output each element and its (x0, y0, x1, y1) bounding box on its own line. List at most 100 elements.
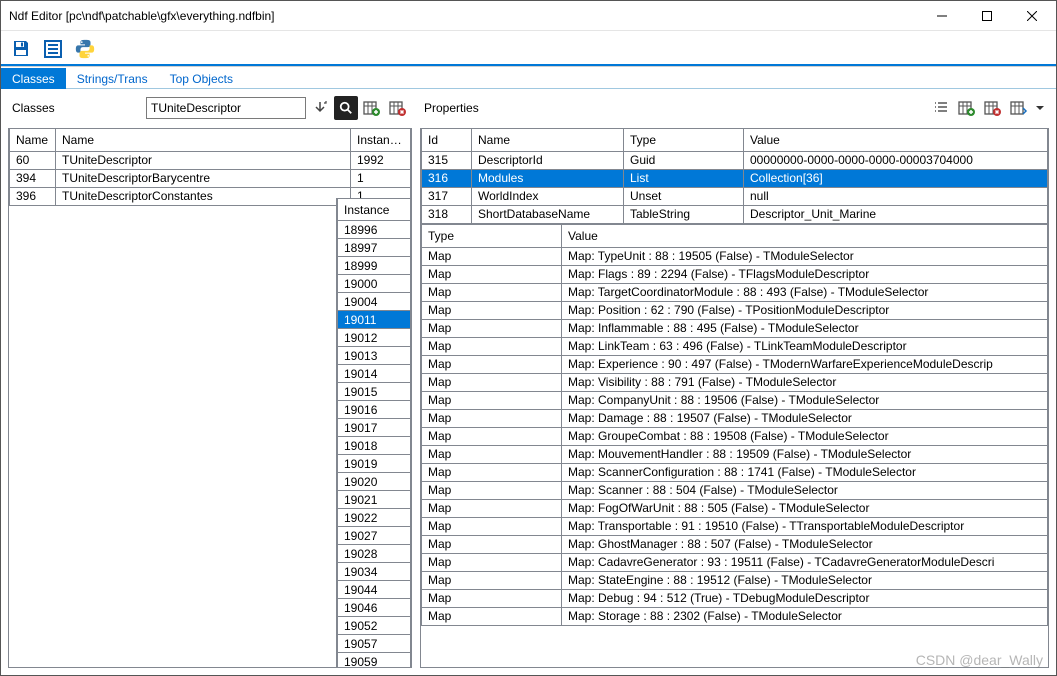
table-row[interactable]: MapMap: TargetCoordinatorModule : 88 : 4… (422, 283, 1048, 301)
col-pvalue[interactable]: Value (744, 129, 1048, 151)
table-row[interactable]: MapMap: CompanyUnit : 88 : 19506 (False)… (422, 391, 1048, 409)
table-row[interactable]: MapMap: GroupeCombat : 88 : 19508 (False… (422, 427, 1048, 445)
table-row[interactable]: 18996 (338, 221, 411, 239)
title-bar: Ndf Editor [pc\ndf\patchable\gfx\everyth… (1, 1, 1056, 31)
table-row[interactable]: MapMap: FogOfWarUnit : 88 : 505 (False) … (422, 499, 1048, 517)
search-button[interactable] (334, 96, 358, 120)
class-search-input[interactable] (146, 97, 306, 119)
properties-panel: Properties (419, 93, 1050, 669)
table-row[interactable]: 19020 (338, 473, 411, 491)
main-tabs: Classes Strings/Trans Top Objects (1, 67, 1056, 89)
table-row[interactable]: MapMap: ScannerConfiguration : 88 : 1741… (422, 463, 1048, 481)
props-table[interactable]: Id Name Type Value 315DescriptorIdGuid00… (421, 129, 1048, 224)
col-cvalue[interactable]: Value (562, 225, 1048, 247)
table-row[interactable]: 19014 (338, 365, 411, 383)
close-button[interactable] (1009, 1, 1054, 30)
table-row[interactable]: MapMap: CadavreGenerator : 93 : 19511 (F… (422, 553, 1048, 571)
table-row[interactable]: 19027 (338, 527, 411, 545)
table-row[interactable]: MapMap: Flags : 89 : 2294 (False) - TFla… (422, 265, 1048, 283)
collection-scroller[interactable]: Type Value MapMap: TypeUnit : 88 : 19505… (421, 225, 1048, 667)
table-row[interactable]: MapMap: Experience : 90 : 497 (False) - … (422, 355, 1048, 373)
remove-column-button[interactable] (386, 96, 410, 120)
window-title: Ndf Editor [pc\ndf\patchable\gfx\everyth… (9, 9, 919, 23)
list-view-button[interactable] (39, 35, 67, 63)
add-column-button[interactable] (360, 96, 384, 120)
table-row[interactable]: MapMap: Scanner : 88 : 504 (False) - TMo… (422, 481, 1048, 499)
table-row[interactable]: 19021 (338, 491, 411, 509)
classes-panel-header: Classes (8, 94, 412, 122)
props-scroller[interactable]: Id Name Type Value 315DescriptorIdGuid00… (421, 129, 1048, 225)
table-row[interactable]: 19015 (338, 383, 411, 401)
minimize-button[interactable] (919, 1, 964, 30)
table-row[interactable]: 19044 (338, 581, 411, 599)
table-row[interactable]: 18999 (338, 257, 411, 275)
instance-table[interactable]: Instance 1899618997189991900019004190111… (337, 198, 411, 668)
tab-classes[interactable]: Classes (1, 68, 66, 89)
table-row[interactable]: MapMap: Storage : 88 : 2302 (False) - TM… (422, 607, 1048, 625)
table-row[interactable]: 19018 (338, 437, 411, 455)
main-toolbar (1, 31, 1056, 67)
table-row[interactable]: 19057 (338, 635, 411, 653)
properties-panel-title: Properties (422, 101, 479, 115)
tab-strings-trans[interactable]: Strings/Trans (66, 68, 159, 89)
col-instances[interactable]: Instances (351, 129, 411, 151)
table-row[interactable]: MapMap: Damage : 88 : 19507 (False) - TM… (422, 409, 1048, 427)
table-row[interactable]: 19028 (338, 545, 411, 563)
table-row[interactable]: MapMap: StateEngine : 88 : 19512 (False)… (422, 571, 1048, 589)
classes-panel-title: Classes (10, 101, 55, 115)
table-row[interactable]: 19034 (338, 563, 411, 581)
prop-dropdown-button[interactable] (1033, 96, 1047, 120)
classes-tables: Name Name Instances 60TUniteDescriptor19… (8, 128, 412, 668)
classes-panel: Classes Name (7, 93, 413, 669)
table-row[interactable]: MapMap: LinkTeam : 63 : 496 (False) - TL… (422, 337, 1048, 355)
col-id[interactable]: Id (422, 129, 472, 151)
properties-tables: Id Name Type Value 315DescriptorIdGuid00… (420, 128, 1049, 668)
table-row[interactable]: 19052 (338, 617, 411, 635)
collection-table[interactable]: Type Value MapMap: TypeUnit : 88 : 19505… (421, 225, 1048, 626)
table-row[interactable]: MapMap: GhostManager : 88 : 507 (False) … (422, 535, 1048, 553)
table-row[interactable]: 19004 (338, 293, 411, 311)
table-row[interactable]: 318ShortDatabaseNameTableStringDescripto… (422, 205, 1048, 223)
python-button[interactable] (71, 35, 99, 63)
table-row[interactable]: 18997 (338, 239, 411, 257)
table-row[interactable]: MapMap: Visibility : 88 : 791 (False) - … (422, 373, 1048, 391)
prop-add-button[interactable] (955, 96, 979, 120)
col-ptype[interactable]: Type (624, 129, 744, 151)
col-ctype[interactable]: Type (422, 225, 562, 247)
col-pname[interactable]: Name (472, 129, 624, 151)
table-row[interactable]: 19000 (338, 275, 411, 293)
table-row[interactable]: 19016 (338, 401, 411, 419)
table-row[interactable]: 19046 (338, 599, 411, 617)
prop-remove-button[interactable] (981, 96, 1005, 120)
maximize-button[interactable] (964, 1, 1009, 30)
tab-top-objects[interactable]: Top Objects (159, 68, 244, 89)
table-row[interactable]: 316ModulesListCollection[36] (422, 169, 1048, 187)
table-row[interactable]: 60TUniteDescriptor1992 (10, 151, 411, 169)
prop-copy-button[interactable] (1007, 96, 1031, 120)
table-row[interactable]: 19013 (338, 347, 411, 365)
table-row[interactable]: 19022 (338, 509, 411, 527)
table-row[interactable]: 19059 (338, 653, 411, 669)
table-row[interactable]: 19017 (338, 419, 411, 437)
table-row[interactable]: MapMap: Transportable : 91 : 19510 (Fals… (422, 517, 1048, 535)
table-row[interactable]: MapMap: Debug : 94 : 512 (True) - TDebug… (422, 589, 1048, 607)
table-row[interactable]: 19019 (338, 455, 411, 473)
table-row[interactable]: 315DescriptorIdGuid00000000-0000-0000-00… (422, 151, 1048, 169)
table-row[interactable]: 317WorldIndexUnsetnull (422, 187, 1048, 205)
col-name[interactable]: Name (56, 129, 351, 151)
table-row[interactable]: MapMap: Position : 62 : 790 (False) - TP… (422, 301, 1048, 319)
col-instance[interactable]: Instance (338, 199, 411, 221)
table-row[interactable]: 19012 (338, 329, 411, 347)
table-row[interactable]: 394TUniteDescriptorBarycentre1 (10, 169, 411, 187)
prop-list-icon[interactable] (929, 96, 953, 120)
table-row[interactable]: MapMap: Inflammable : 88 : 495 (False) -… (422, 319, 1048, 337)
instance-list-scroller[interactable]: Instance 1899618997189991900019004190111… (337, 198, 411, 668)
table-row[interactable]: MapMap: TypeUnit : 88 : 19505 (False) - … (422, 247, 1048, 265)
col-num[interactable]: Name (10, 129, 56, 151)
classes-table[interactable]: Name Name Instances 60TUniteDescriptor19… (9, 129, 411, 206)
save-button[interactable] (7, 35, 35, 63)
content-area: Classes Name (1, 89, 1056, 675)
table-row[interactable]: MapMap: MouvementHandler : 88 : 19509 (F… (422, 445, 1048, 463)
goto-button[interactable] (308, 96, 332, 120)
table-row[interactable]: 19011 (338, 311, 411, 329)
